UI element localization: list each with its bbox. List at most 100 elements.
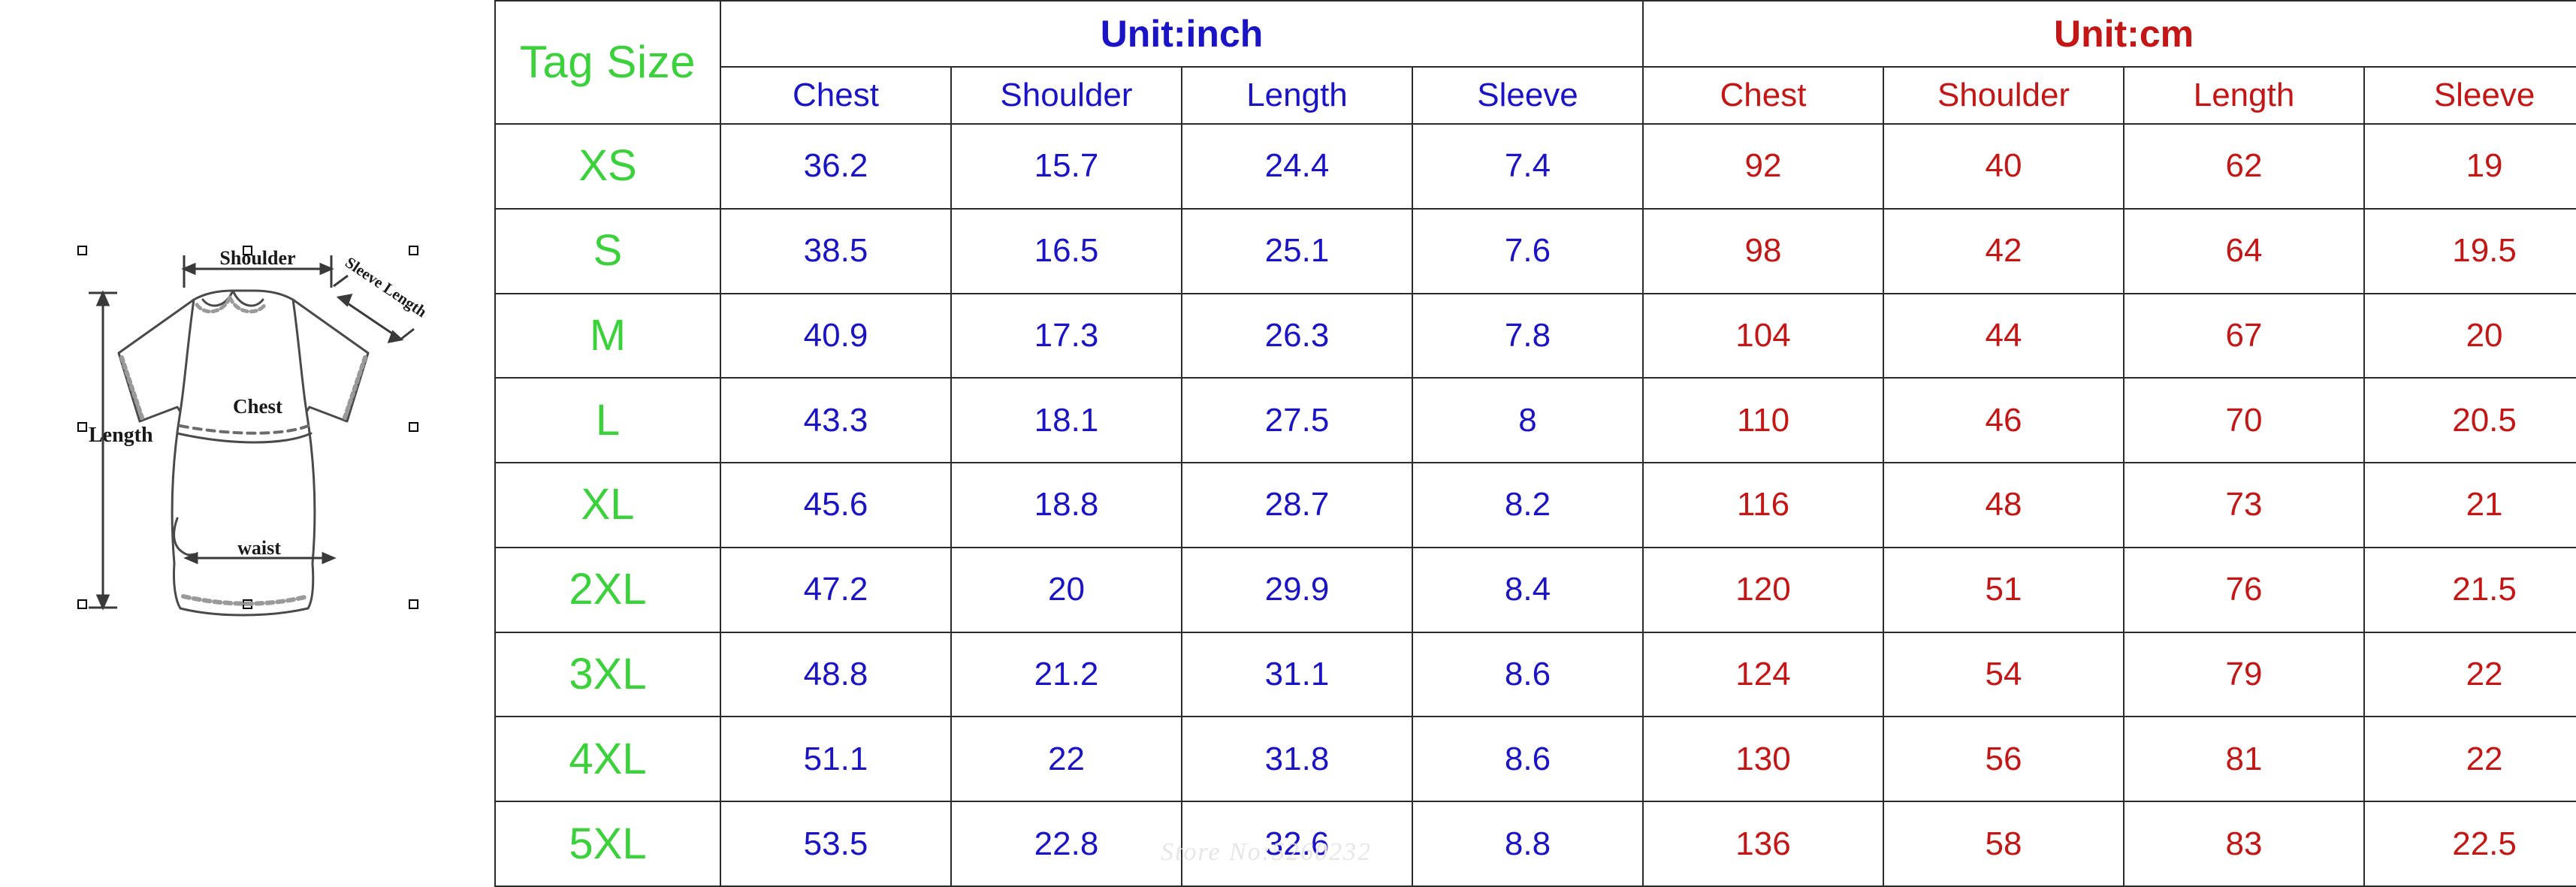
- column-header-cm-chest: Chest: [1642, 66, 1885, 125]
- value-label: 136: [1735, 825, 1791, 862]
- value-cell-inch: 25.1: [1181, 207, 1413, 294]
- value-label: 21.2: [1034, 655, 1099, 692]
- value-label: 98: [1744, 232, 1782, 270]
- column-header-label: Chest: [793, 77, 879, 114]
- value-label: 7.6: [1504, 232, 1551, 270]
- size-label: XS: [578, 141, 637, 191]
- value-label: 51.1: [803, 740, 868, 777]
- size-cell-2xl: 2XL: [494, 546, 721, 633]
- value-label: 83: [2225, 825, 2263, 862]
- diagram-label-sleeve-length: Sleeve Length: [342, 253, 430, 321]
- value-label: 47.2: [803, 571, 868, 608]
- size-label: 3XL: [569, 649, 647, 698]
- column-header-inch-chest: Chest: [720, 66, 952, 125]
- value-cell-inch: 16.5: [950, 207, 1182, 294]
- value-label: 64: [2225, 232, 2263, 270]
- value-cell-inch: 27.5: [1181, 377, 1413, 464]
- value-cell-cm: 20: [2363, 292, 2576, 379]
- diagram-label-chest: Chest: [233, 395, 282, 418]
- column-header-inch-sleeve: Sleeve: [1411, 66, 1644, 125]
- value-cell-cm: 64: [2123, 207, 2366, 294]
- value-label: 31.1: [1264, 655, 1330, 692]
- table-row: M 40.9 17.3 26.3 7.8 104 44 67 20: [494, 292, 2576, 379]
- tag-size-header-cell: Tag Size: [494, 0, 721, 125]
- column-header-label: Length: [1246, 77, 1348, 114]
- value-label: 58: [1985, 825, 2022, 862]
- value-cell-cm: 20.5: [2363, 377, 2576, 464]
- value-label: 62: [2225, 147, 2263, 185]
- value-cell-inch: 22.8: [950, 801, 1182, 887]
- value-cell-inch: 29.9: [1181, 546, 1413, 633]
- value-cell-cm: 124: [1642, 631, 1885, 718]
- size-cell-l: L: [494, 377, 721, 464]
- table-row: XS 36.2 15.7 24.4 7.4 92 40 62 19: [494, 123, 2576, 210]
- value-label: 31.8: [1264, 740, 1330, 777]
- value-cell-inch: 7.8: [1411, 292, 1644, 379]
- value-cell-cm: 76: [2123, 546, 2366, 633]
- value-label: 8: [1518, 401, 1537, 439]
- value-label: 28.7: [1264, 486, 1330, 523]
- value-label: 110: [1736, 401, 1790, 439]
- value-label: 18.1: [1034, 401, 1099, 439]
- value-cell-inch: 32.6: [1181, 801, 1413, 887]
- value-cell-inch: 22: [950, 716, 1182, 803]
- value-label: 24.4: [1264, 147, 1330, 185]
- table-row: 5XL 53.5 22.8 32.6 8.8 136 58 83 22.5: [494, 801, 2576, 887]
- value-label: 8.6: [1504, 655, 1551, 692]
- value-label: 7.4: [1504, 147, 1551, 185]
- column-header-label: Length: [2193, 77, 2295, 114]
- value-label: 48.8: [803, 655, 868, 692]
- diagram-label-shoulder: Shoulder: [219, 247, 295, 269]
- value-cell-cm: 56: [1883, 716, 2125, 803]
- table-row: 4XL 51.1 22 31.8 8.6 130 56 81 22: [494, 716, 2576, 803]
- column-header-inch-shoulder: Shoulder: [950, 66, 1182, 125]
- value-cell-cm: 22: [2363, 716, 2576, 803]
- value-label: 20: [1048, 571, 1085, 608]
- column-header-label: Sleeve: [1477, 77, 1578, 114]
- size-label: 4XL: [569, 734, 647, 783]
- value-cell-cm: 40: [1883, 123, 2125, 210]
- value-label: 43.3: [803, 401, 868, 439]
- value-cell-cm: 46: [1883, 377, 2125, 464]
- value-cell-cm: 73: [2123, 462, 2366, 548]
- value-label: 76: [2225, 571, 2263, 608]
- value-label: 21: [2466, 486, 2503, 523]
- value-label: 38.5: [803, 232, 868, 270]
- value-label: 56: [1985, 740, 2022, 777]
- value-label: 130: [1735, 740, 1791, 777]
- size-cell-m: M: [494, 292, 721, 379]
- value-cell-cm: 67: [2123, 292, 2366, 379]
- value-label: 27.5: [1264, 401, 1330, 439]
- value-label: 44: [1985, 316, 2022, 354]
- value-label: 22: [2466, 655, 2503, 692]
- value-cell-cm: 98: [1642, 207, 1885, 294]
- value-cell-cm: 22: [2363, 631, 2576, 718]
- size-cell-s: S: [494, 207, 721, 294]
- value-label: 8.6: [1504, 740, 1551, 777]
- column-header-cm-shoulder: Shoulder: [1883, 66, 2125, 125]
- value-cell-inch: 31.8: [1181, 716, 1413, 803]
- value-cell-inch: 18.8: [950, 462, 1182, 548]
- value-cell-inch: 8.6: [1411, 716, 1644, 803]
- value-label: 48: [1985, 486, 2022, 523]
- value-label: 73: [2225, 486, 2263, 523]
- value-label: 19: [2466, 147, 2503, 185]
- diagram-label-waist: waist: [237, 537, 281, 559]
- value-cell-inch: 51.1: [720, 716, 952, 803]
- value-cell-inch: 8: [1411, 377, 1644, 464]
- value-label: 54: [1985, 655, 2022, 692]
- value-cell-inch: 8.2: [1411, 462, 1644, 548]
- value-label: 116: [1736, 486, 1790, 523]
- value-label: 8.2: [1504, 486, 1551, 523]
- value-label: 36.2: [803, 147, 868, 185]
- value-cell-inch: 48.8: [720, 631, 952, 718]
- size-cell-xs: XS: [494, 123, 721, 210]
- value-label: 21.5: [2452, 571, 2517, 608]
- value-cell-cm: 62: [2123, 123, 2366, 210]
- table-header-row-columns: Chest Shoulder Length Sleeve Chest Shoulder Le…: [495, 66, 2576, 125]
- value-cell-inch: 8.8: [1411, 801, 1644, 887]
- column-header-inch-length: Length: [1181, 66, 1413, 125]
- table-row: 2XL 47.2 20 29.9 8.4 120 51 76 21.5: [494, 546, 2576, 633]
- column-header-label: Shoulder: [1000, 77, 1133, 114]
- value-label: 18.8: [1034, 486, 1099, 523]
